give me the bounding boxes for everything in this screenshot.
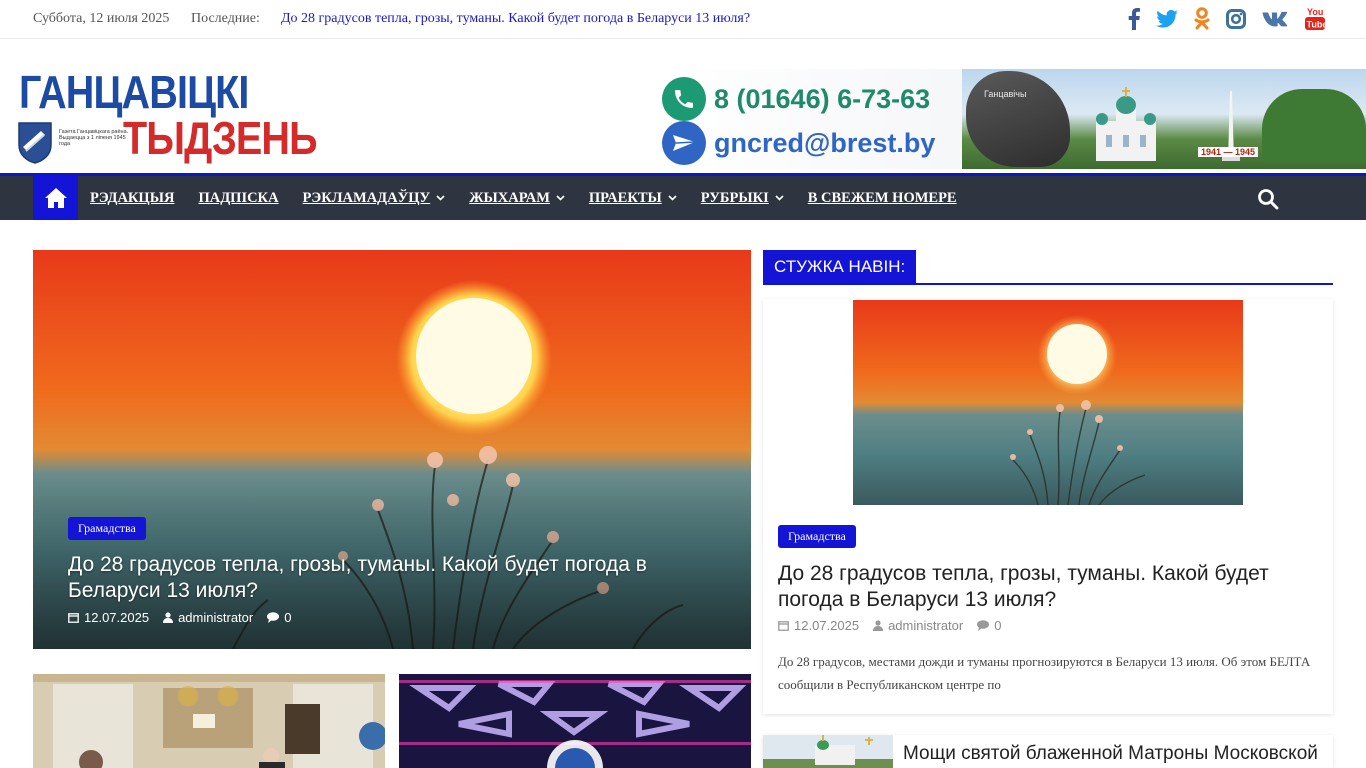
youtube-icon[interactable]: You Tube xyxy=(1304,6,1326,32)
nav-item-label: РЭДАКЦЫЯ xyxy=(90,189,175,206)
news-feed-title: СТУЖКА НАВІН: xyxy=(763,250,917,283)
trees xyxy=(1262,89,1366,161)
site-logo[interactable]: ГАНЦАВІЦКІ ТЫДЗЕНЬ Газета Ганцавіцкага р… xyxy=(17,65,318,169)
post-date: 12.07.2025 xyxy=(84,610,150,625)
comment-icon xyxy=(977,620,990,631)
user-icon xyxy=(163,612,174,623)
home-button[interactable] xyxy=(33,176,78,220)
nav-item-reklamadautsu[interactable]: РЭКЛАМАДАЎЦУ xyxy=(303,190,446,207)
nav-item-zhykharam[interactable]: ЖЫХАРАМ xyxy=(469,190,565,207)
calendar-icon xyxy=(778,621,789,631)
comment-count[interactable]: 0 xyxy=(284,610,291,625)
nav-item-label: ПРАЕКТЫ xyxy=(588,189,662,206)
meeting-room-image xyxy=(33,674,385,768)
sunset-image xyxy=(853,300,1243,505)
nav-item-label: РУБРЫКІ xyxy=(700,189,769,206)
banner-phone: 8 (01646) 6-73-63 xyxy=(714,83,931,114)
church-image xyxy=(763,735,893,768)
search-icon[interactable] xyxy=(1257,188,1279,210)
chevron-down-icon xyxy=(556,195,565,201)
nav-item-padpiska[interactable]: ПАДПІСКА xyxy=(198,190,278,207)
memorial-stone: Ганцавічы xyxy=(966,71,1070,167)
latest-news-link[interactable]: До 28 градусов тепла, грозы, туманы. Как… xyxy=(281,11,750,27)
vk-icon[interactable] xyxy=(1262,6,1288,32)
nav-item-label: РЭКЛАМАДАЎЦУ xyxy=(302,189,431,206)
news-card-image[interactable] xyxy=(853,300,1243,505)
comment-count[interactable]: 0 xyxy=(994,618,1001,633)
featured-post[interactable]: Грамадства До 28 градусов тепла, грозы, … xyxy=(33,250,751,649)
user-icon xyxy=(873,620,884,631)
stage-image xyxy=(399,674,751,768)
news-item-thumbnail[interactable] xyxy=(763,735,893,768)
instagram-icon[interactable] xyxy=(1226,6,1246,32)
coat-of-arms-icon xyxy=(18,122,52,164)
odnoklassniki-icon[interactable] xyxy=(1194,6,1210,32)
chevron-down-icon xyxy=(436,195,445,201)
contact-banner[interactable]: 8 (01646) 6-73-63 gncred@brest.by Ганцав… xyxy=(660,69,1366,169)
news-item-title[interactable]: Мощи святой блаженной Матроны Московской xyxy=(903,743,1318,765)
twitter-icon[interactable] xyxy=(1156,6,1178,32)
svg-text:You: You xyxy=(1307,7,1323,17)
news-list-item[interactable]: Мощи святой блаженной Матроны Московской xyxy=(763,735,1333,768)
post-author[interactable]: administrator xyxy=(178,610,253,625)
nav-item-label: ПАДПІСКА xyxy=(198,189,279,206)
social-links: You Tube xyxy=(1112,6,1326,32)
current-date: Суббота, 12 июля 2025 xyxy=(33,11,170,26)
post-meta: 12.07.2025 administrator 0 xyxy=(778,618,1015,633)
nav-menu: РЭДАКЦЫЯ ПАДПІСКА РЭКЛАМАДАЎЦУ ЖЫХАРАМ П… xyxy=(90,176,981,220)
post-thumbnail[interactable] xyxy=(399,674,751,768)
latest-label: Последние: xyxy=(191,11,260,26)
mail-icon xyxy=(662,121,706,165)
logo-tagline: Газета Ганцавіцкага раёна. Выдаецца з 1 … xyxy=(59,129,129,147)
nav-item-label: ЖЫХАРАМ xyxy=(469,189,550,206)
chevron-down-icon xyxy=(775,195,784,201)
news-card-excerpt: До 28 градусов, местами дожди и туманы п… xyxy=(778,654,1311,692)
category-badge[interactable]: Грамадства xyxy=(778,525,856,548)
nav-item-rubryki[interactable]: РУБРЫКІ xyxy=(701,190,784,207)
banner-email: gncred@brest.by xyxy=(714,127,936,158)
nav-item-redaktsyia[interactable]: РЭДАКЦЫЯ xyxy=(90,190,174,207)
main-nav: РЭДАКЦЫЯ ПАДПІСКА РЭКЛАМАДАЎЦУ ЖЫХАРАМ П… xyxy=(0,173,1366,220)
svg-text:Tube: Tube xyxy=(1307,20,1327,30)
site-header: ГАНЦАВІЦКІ ТЫДЗЕНЬ Газета Ганцавіцкага р… xyxy=(0,40,1366,173)
church-icon xyxy=(1096,87,1156,161)
phone-icon xyxy=(662,77,706,121)
news-card[interactable]: Грамадства До 28 градусов тепла, грозы, … xyxy=(763,299,1333,714)
news-card-title[interactable]: До 28 градусов тепла, грозы, туманы. Как… xyxy=(778,561,1318,613)
post-date: 12.07.2025 xyxy=(794,618,860,633)
stone-text: Ганцавічы xyxy=(984,89,1027,99)
calendar-icon xyxy=(68,613,79,623)
top-bar: Суббота, 12 июля 2025 Последние: До 28 г… xyxy=(0,0,1366,39)
post-thumbnail[interactable] xyxy=(33,674,385,768)
category-badge[interactable]: Грамадства xyxy=(68,517,146,540)
post-meta: 12.07.2025 administrator 0 xyxy=(68,610,305,625)
featured-post-title[interactable]: До 28 градусов тепла, грозы, туманы. Как… xyxy=(68,552,708,604)
home-icon xyxy=(44,188,67,208)
nav-item-label: В СВЕЖЕМ НОМЕРЕ xyxy=(807,189,957,206)
memorial-dates: 1941 — 1945 xyxy=(1198,147,1259,157)
logo-line-2: ТЫДЗЕНЬ xyxy=(123,112,318,164)
post-author[interactable]: administrator xyxy=(888,618,963,633)
facebook-icon[interactable] xyxy=(1128,6,1140,32)
nav-item-latest-issue[interactable]: В СВЕЖЕМ НОМЕРЕ xyxy=(808,190,957,207)
town-photo: Ганцавічы 1941 — 1945 xyxy=(962,69,1366,169)
nav-item-praekty[interactable]: ПРАЕКТЫ xyxy=(589,190,677,207)
news-feed-header: СТУЖКА НАВІН: xyxy=(763,250,1333,285)
chevron-down-icon xyxy=(668,195,677,201)
comment-icon xyxy=(267,612,280,623)
